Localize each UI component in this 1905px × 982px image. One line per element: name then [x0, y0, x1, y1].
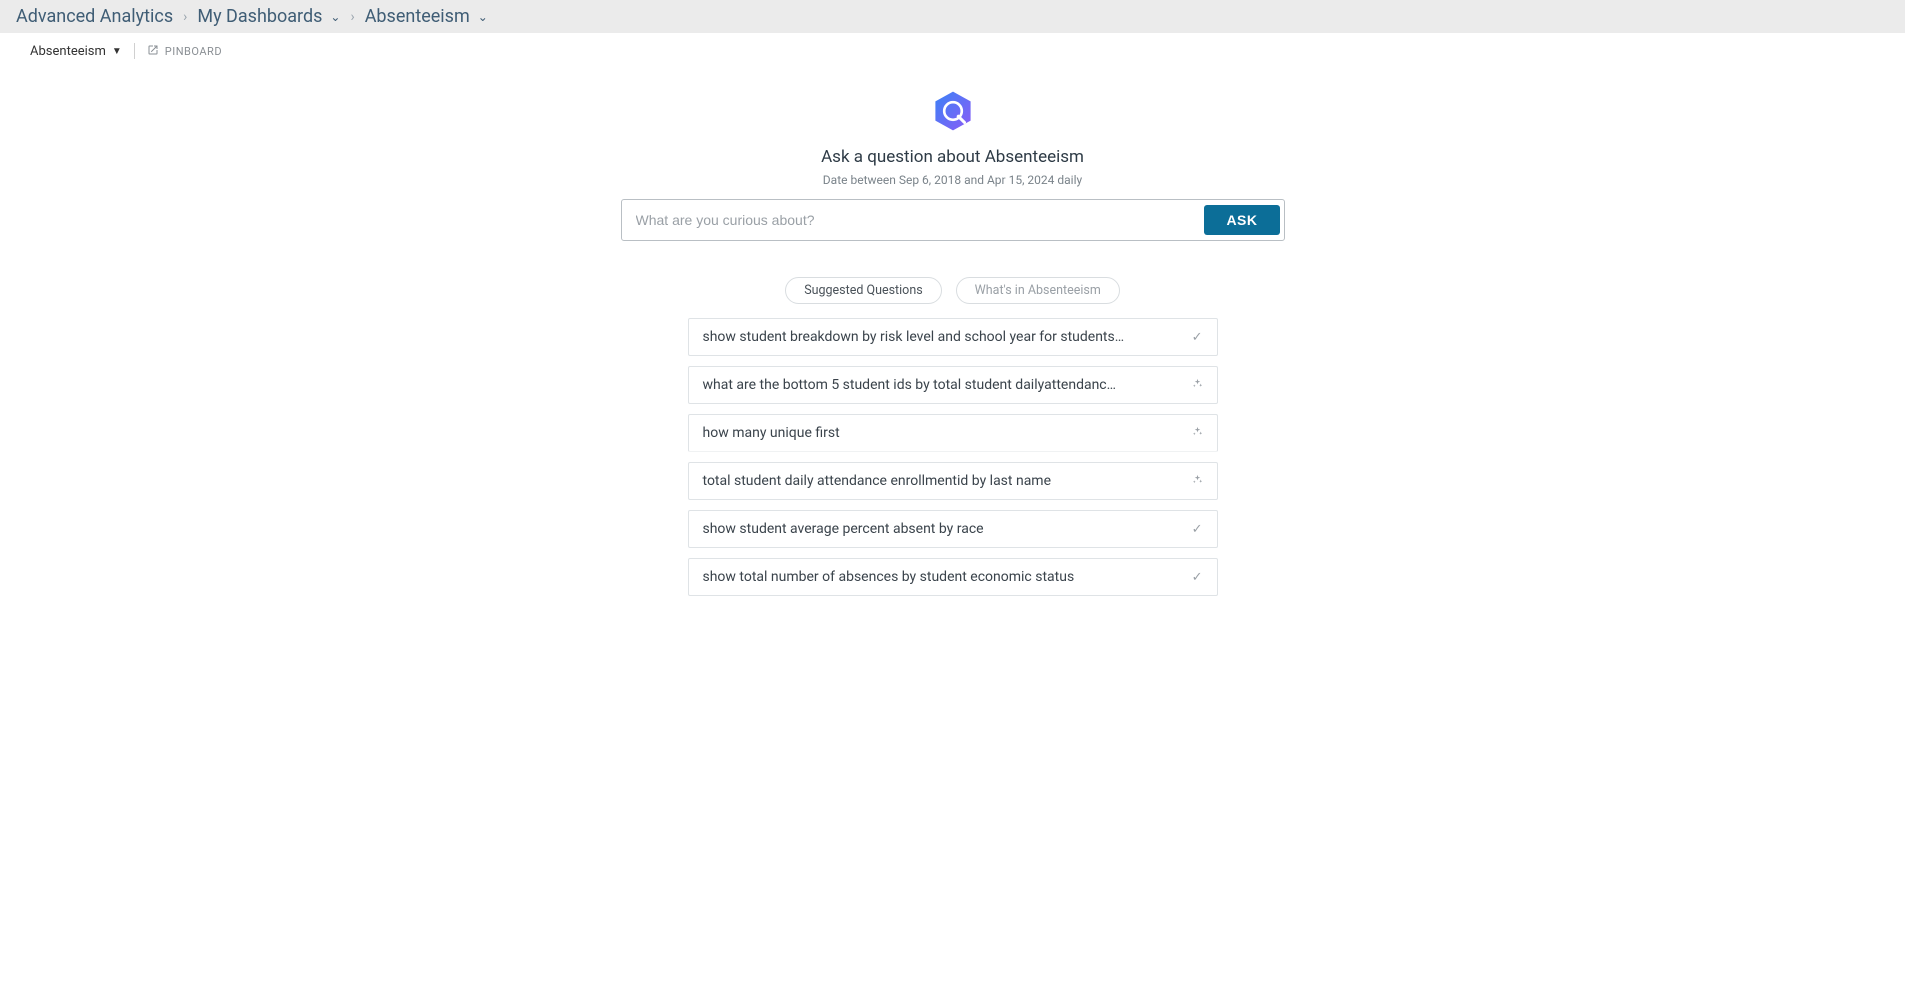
search-input[interactable]: [626, 204, 1205, 236]
check-icon: ✓: [1192, 522, 1203, 537]
suggestion-text: what are the bottom 5 student ids by tot…: [703, 377, 1117, 393]
ask-button[interactable]: ASK: [1204, 205, 1279, 235]
breadcrumb: Advanced Analytics › My Dashboards ⌄ › A…: [0, 0, 1905, 33]
tab-pills: Suggested Questions What's in Absenteeis…: [785, 277, 1120, 304]
suggestion-text: show student breakdown by risk level and…: [703, 329, 1125, 345]
sparkle-icon: [1192, 378, 1203, 393]
suggestion-text: how many unique first: [703, 425, 840, 441]
suggestion-item[interactable]: show student breakdown by risk level and…: [688, 318, 1218, 356]
search-container: ASK: [621, 199, 1285, 241]
suggestion-item[interactable]: how many unique first: [688, 414, 1218, 452]
main-content: Ask a question about Absenteeism Date be…: [0, 69, 1905, 596]
suggestion-item[interactable]: show student average percent absent by r…: [688, 510, 1218, 548]
toolbar: Absenteeism ▼ PINBOARD: [0, 33, 1905, 69]
tab-label: Suggested Questions: [804, 283, 922, 298]
topic-label: Absenteeism: [30, 44, 106, 59]
sparkle-icon: [1192, 426, 1203, 441]
suggestions-list: show student breakdown by risk level and…: [688, 318, 1218, 596]
tab-suggested-questions[interactable]: Suggested Questions: [785, 277, 941, 304]
chevron-down-icon: ⌄: [478, 10, 488, 24]
check-icon: ✓: [1192, 330, 1203, 345]
ask-title: Ask a question about Absenteeism: [821, 147, 1084, 167]
sparkle-icon: [1192, 474, 1203, 489]
chevron-down-icon: ⌄: [330, 10, 340, 24]
breadcrumb-root[interactable]: Advanced Analytics: [16, 6, 173, 27]
suggestion-text: total student daily attendance enrollmen…: [703, 473, 1052, 489]
external-link-icon: [147, 44, 159, 59]
breadcrumb-page[interactable]: Absenteeism ⌄: [365, 6, 488, 27]
breadcrumb-root-label: Advanced Analytics: [16, 6, 173, 27]
divider: [134, 43, 135, 59]
suggestion-item[interactable]: what are the bottom 5 student ids by tot…: [688, 366, 1218, 404]
ask-subtitle: Date between Sep 6, 2018 and Apr 15, 202…: [823, 173, 1082, 187]
q-logo-icon: [931, 89, 975, 133]
topic-selector[interactable]: Absenteeism ▼: [30, 44, 122, 59]
breadcrumb-section-label: My Dashboards: [197, 6, 322, 27]
breadcrumb-page-label: Absenteeism: [365, 6, 470, 27]
suggestion-text: show student average percent absent by r…: [703, 521, 984, 537]
suggestion-item[interactable]: show total number of absences by student…: [688, 558, 1218, 596]
suggestion-item[interactable]: total student daily attendance enrollmen…: [688, 462, 1218, 500]
chevron-right-icon: ›: [183, 9, 187, 25]
tab-label: What's in Absenteeism: [975, 283, 1101, 298]
pinboard-label: PINBOARD: [165, 45, 222, 58]
chevron-right-icon: ›: [350, 9, 354, 25]
pinboard-button[interactable]: PINBOARD: [147, 44, 222, 59]
caret-down-icon: ▼: [112, 46, 122, 57]
check-icon: ✓: [1192, 570, 1203, 585]
suggestion-text: show total number of absences by student…: [703, 569, 1075, 585]
breadcrumb-section[interactable]: My Dashboards ⌄: [197, 6, 340, 27]
tab-whats-in[interactable]: What's in Absenteeism: [956, 277, 1120, 304]
